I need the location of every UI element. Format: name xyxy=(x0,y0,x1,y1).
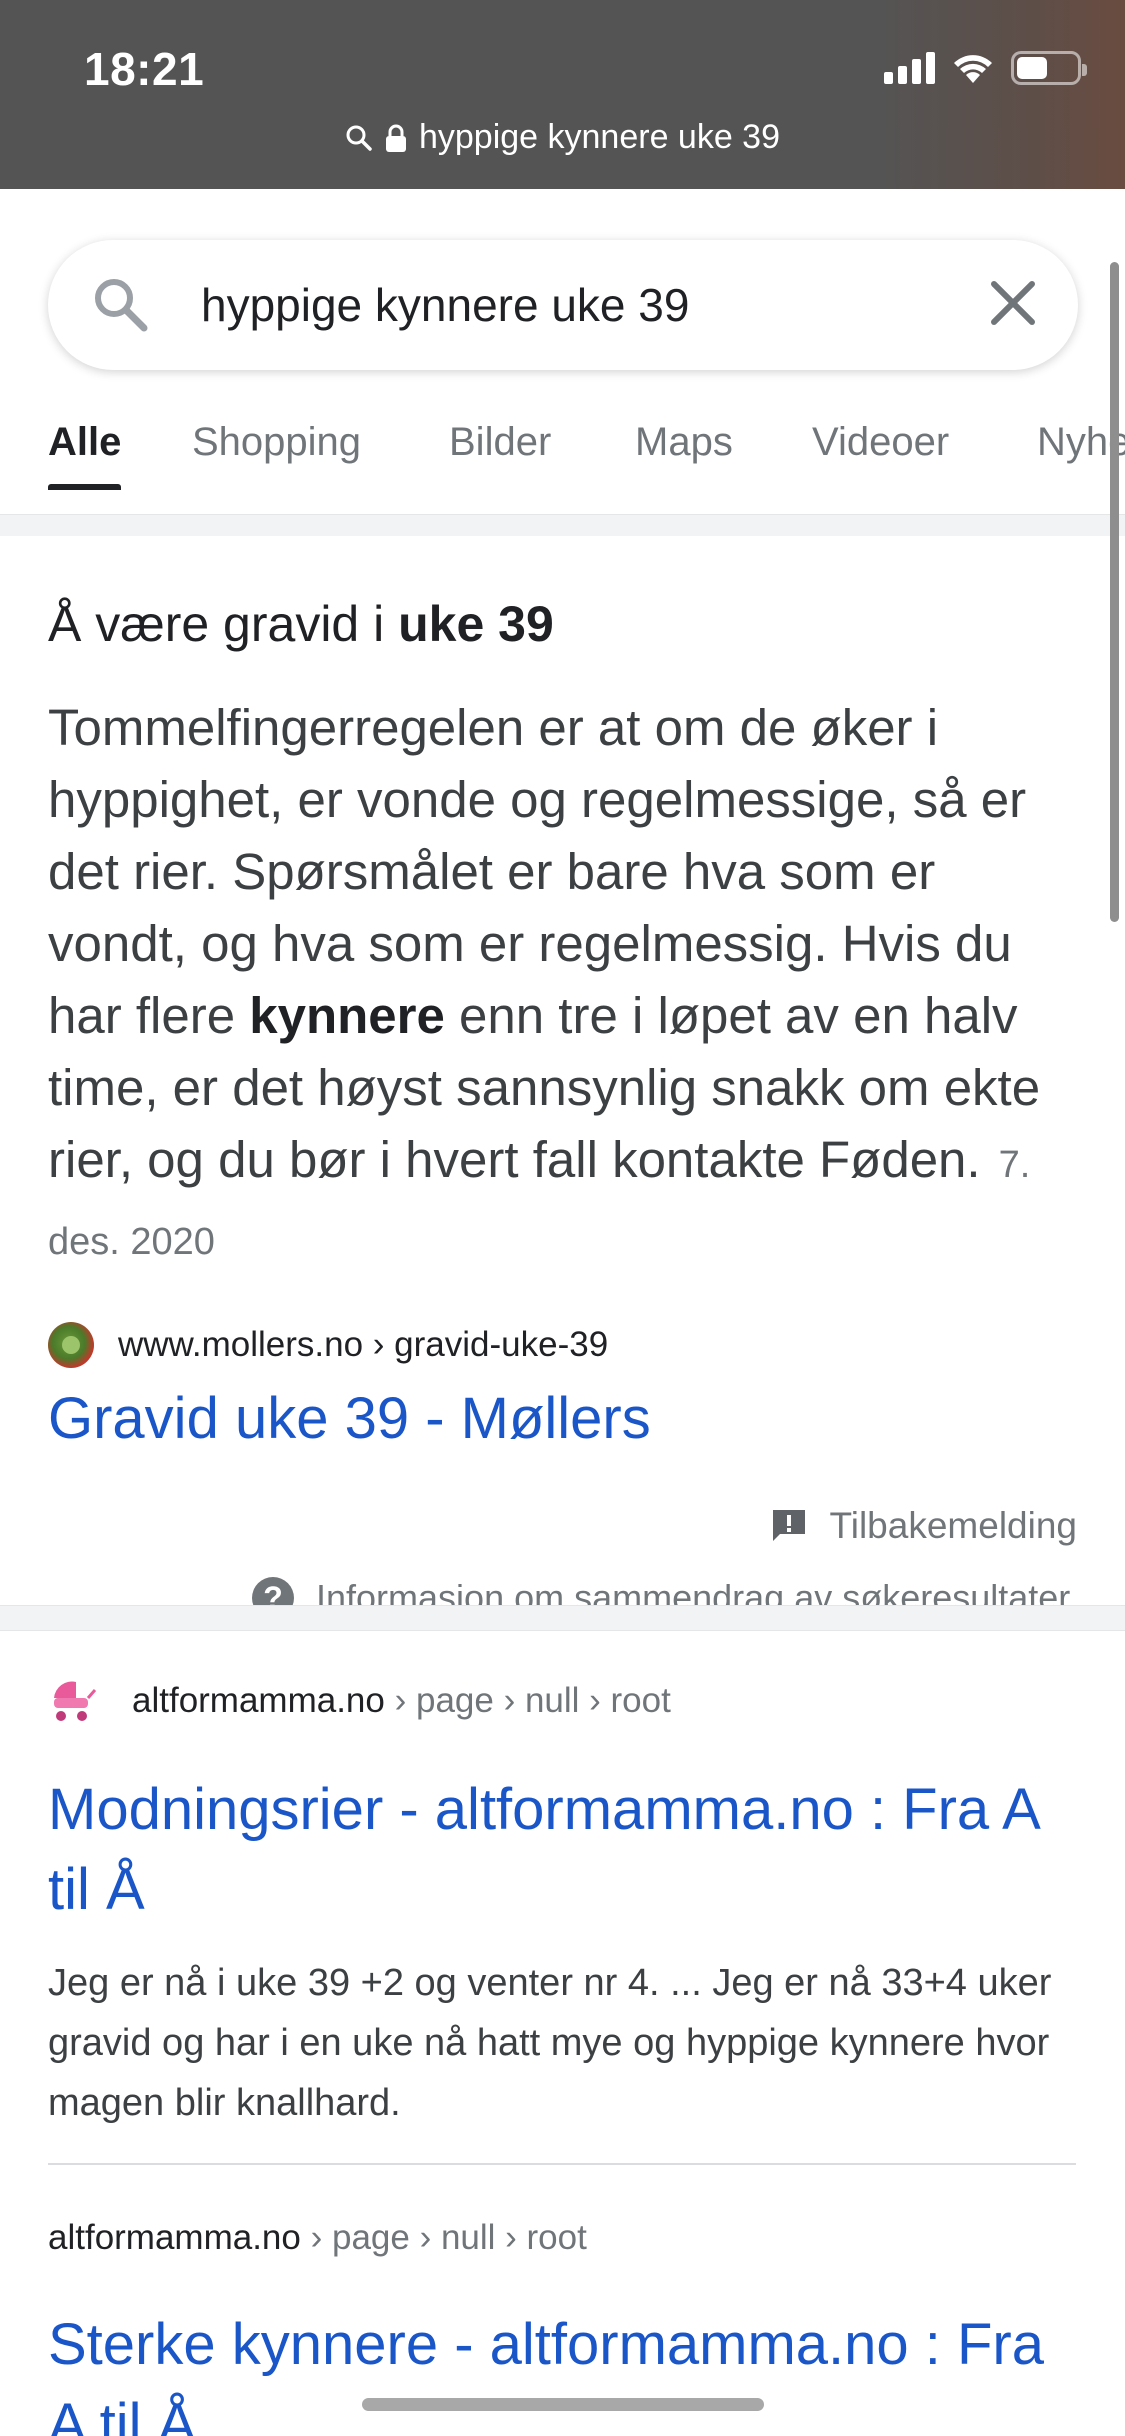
snippet-result-link[interactable]: Gravid uke 39 - Møllers xyxy=(48,1385,651,1452)
signal-icon xyxy=(884,52,935,84)
scrollbar[interactable] xyxy=(1110,262,1119,922)
tabs-divider xyxy=(0,514,1125,536)
result-1-domain: altformamma.no › page › null › root xyxy=(132,1681,671,1720)
search-icon xyxy=(346,125,372,151)
result-2-path: › page › null › root xyxy=(300,2218,587,2257)
result-2-title-link[interactable]: Sterke kynnere - altformamma.no : Fra A … xyxy=(48,2305,1088,2436)
feedback-icon xyxy=(772,1510,805,1541)
tab-videoer[interactable]: Videoer xyxy=(812,420,949,490)
search-icon[interactable] xyxy=(90,274,150,334)
mollers-favicon-icon xyxy=(48,1322,94,1368)
featured-snippet-body: Tommelfingerregelen er at om de øker i h… xyxy=(48,692,1088,1278)
result-1-cite[interactable]: altformamma.no › page › null › root xyxy=(48,1676,671,1726)
snippet-info-link[interactable]: ? Informasjon om sammendrag av søkeresul… xyxy=(252,1572,1070,1606)
tab-maps[interactable]: Maps xyxy=(635,420,733,490)
tab-shopping[interactable]: Shopping xyxy=(192,420,361,490)
info-label: Informasjon om sammendrag av søkeresulta… xyxy=(316,1577,1071,1606)
clear-icon[interactable] xyxy=(986,276,1040,330)
result-divider xyxy=(48,2163,1076,2165)
wifi-icon xyxy=(954,55,992,83)
stroller-favicon-icon xyxy=(54,1681,97,1721)
home-indicator[interactable] xyxy=(362,2398,764,2411)
lock-icon xyxy=(385,124,406,152)
search-box[interactable]: hyppige kynnere uke 39 xyxy=(48,240,1078,370)
status-icons xyxy=(884,46,1087,90)
snippet-cite[interactable]: www.mollers.no › gravid-uke-39 xyxy=(48,1322,608,1368)
result-1-description: Jeg er nå i uke 39 +2 og venter nr 4. ..… xyxy=(48,1962,1052,2124)
status-time: 18:21 xyxy=(84,43,205,95)
tab-alle[interactable]: Alle xyxy=(48,420,122,490)
featured-snippet-title: Å være gravid i uke 39 xyxy=(48,595,554,653)
snippet-body-bold: kynnere xyxy=(249,987,445,1044)
help-icon: ? xyxy=(252,1577,294,1606)
tab-bilder[interactable]: Bilder xyxy=(449,420,551,490)
result-2-domain: altformamma.no xyxy=(48,2218,301,2257)
snippet-title-text: Å være gravid i xyxy=(48,596,399,652)
result-2-cite[interactable]: altformamma.no › page › null › root xyxy=(48,2218,587,2258)
address-bar-text: hyppige kynnere uke 39 xyxy=(418,118,781,156)
address-bar[interactable]: hyppige kynnere uke 39 xyxy=(0,118,1125,157)
search-input[interactable]: hyppige kynnere uke 39 xyxy=(201,278,689,332)
section-divider xyxy=(0,1605,1125,1631)
result-1-title-link[interactable]: Modningsrier - altformamma.no : Fra A ti… xyxy=(48,1770,1088,1930)
search-tabs: Alle Shopping Bilder Maps Videoer Nyhete… xyxy=(0,420,1125,490)
browser-chrome: 18:21 hyppige kynnere uke 39 xyxy=(0,0,1125,189)
snippet-cite-url: www.mollers.no › gravid-uke-39 xyxy=(118,1325,609,1364)
snippet-title-bold: uke 39 xyxy=(398,596,554,652)
battery-icon xyxy=(1011,51,1087,85)
feedback-label: Tilbakemelding xyxy=(829,1505,1077,1546)
feedback-button[interactable]: Tilbakemelding xyxy=(770,1505,1077,1547)
